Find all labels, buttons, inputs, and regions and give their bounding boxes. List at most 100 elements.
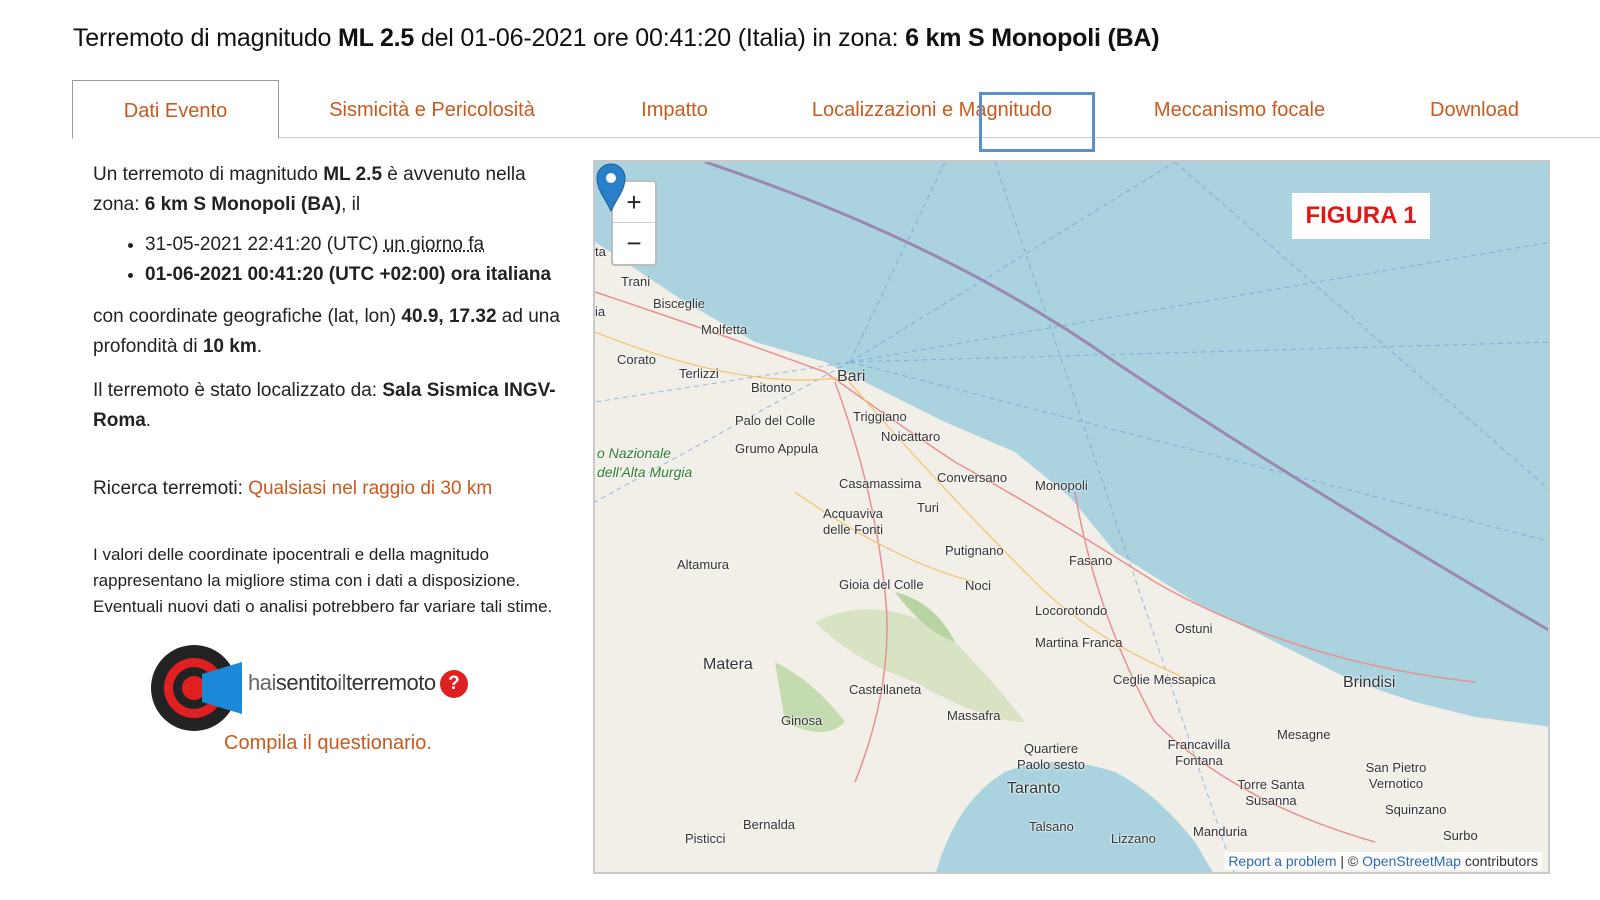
earthquake-marker-icon[interactable] — [595, 162, 627, 212]
search-row: Ricerca terremoti: Qualsiasi nel raggio … — [93, 474, 563, 504]
event-coords: con coordinate geografiche (lat, lon) 40… — [93, 302, 563, 362]
local-time-text: 01-06-2021 00:41:20 (UTC +02:00) ora ita… — [145, 264, 552, 285]
city-label: ta — [595, 244, 606, 259]
city-label: Casamassima — [839, 476, 922, 491]
city-label: Altamura — [677, 557, 730, 572]
event-details: Un terremoto di magnitudo ML 2.5 è avven… — [93, 160, 563, 620]
city-label: Grumo Appula — [735, 441, 819, 456]
city-label: Noicattaro — [881, 429, 941, 444]
osm-link[interactable]: OpenStreetMap — [1362, 853, 1461, 869]
tab-download[interactable]: Download — [1412, 80, 1537, 137]
city-label: Bernalda — [743, 817, 796, 832]
city-label: Bitonto — [751, 380, 792, 395]
search-radius-link[interactable]: Qualsiasi nel raggio di 30 km — [248, 478, 492, 499]
city-label: Palo del Colle — [735, 413, 816, 428]
event-intro: Un terremoto di magnitudo ML 2.5 è avven… — [93, 160, 563, 220]
title-magnitude: ML 2.5 — [337, 24, 415, 52]
city-label: Turi — [917, 500, 939, 515]
city-label: Manduria — [1193, 824, 1248, 839]
event-zone: 6 km S Monopoli (BA) — [144, 194, 342, 215]
city-label: Terlizzi — [679, 366, 719, 381]
city-label: Pisticci — [685, 831, 726, 846]
city-label: Martina Franca — [1035, 635, 1123, 650]
zoom-out-button[interactable]: − — [613, 222, 655, 263]
city-label: Putignano — [945, 543, 1004, 558]
located-by: Il terremoto è stato localizzato da: Sal… — [93, 376, 563, 436]
highlight-box — [979, 92, 1095, 152]
tab-sismicita[interactable]: Sismicità e Pericolosità — [302, 80, 562, 137]
city-label: Torre Santa Susanna — [1237, 777, 1305, 808]
tab-bar-divider — [72, 137, 1600, 138]
tab-dati-evento[interactable]: Dati Evento — [72, 80, 279, 139]
park-label: o Nazionale dell'Alta Murgia — [597, 445, 693, 480]
city-label: Surbo — [1443, 828, 1478, 843]
text: sentito — [275, 670, 338, 695]
city-label: Conversano — [937, 470, 1008, 485]
city-label: Bari — [837, 368, 866, 385]
city-label: Quartiere Paolo sesto — [1017, 741, 1085, 772]
target-logo-icon — [151, 645, 242, 731]
city-label: Mesagne — [1277, 727, 1331, 742]
utc-time-text: 31-05-2021 22:41:20 (UTC) — [145, 234, 384, 255]
title-text-mid: del 01-06-2021 ore 00:41:20 (Italia) in … — [414, 24, 906, 52]
text: Un terremoto di magnitudo — [93, 164, 324, 185]
city-label: Corato — [617, 352, 657, 367]
map-attribution: Report a problem | © OpenStreetMap contr… — [1224, 852, 1542, 870]
city-label: Castellaneta — [849, 682, 922, 697]
search-label: Ricerca terremoti: — [93, 478, 249, 499]
text: . — [145, 410, 152, 431]
city-label: San Pietro Vernotico — [1365, 760, 1427, 791]
city-label: Francavilla Fontana — [1167, 737, 1231, 768]
city-label: Molfetta — [701, 322, 748, 337]
text: , il — [341, 194, 361, 215]
city-label: Lizzano — [1111, 831, 1156, 846]
text: contributors — [1460, 853, 1538, 869]
tab-meccanismo[interactable]: Meccanismo focale — [1137, 80, 1342, 137]
title-text: Terremoto di magnitudo — [73, 24, 338, 52]
page-title: Terremoto di magnitudo ML 2.5 del 01-06-… — [73, 24, 1160, 53]
city-label: Fasano — [1069, 553, 1113, 568]
event-magnitude: ML 2.5 — [323, 164, 383, 185]
city-label: Trani — [621, 274, 651, 289]
city-label: Massafra — [947, 708, 1001, 723]
disclaimer-note: I valori delle coordinate ipocentrali e … — [93, 545, 553, 616]
coordinates: 40.9, 17.32 — [401, 306, 497, 327]
city-label: ia — [595, 304, 606, 319]
city-label: Locorotondo — [1035, 603, 1108, 618]
city-label: Bisceglie — [653, 296, 706, 311]
text: Il terremoto è stato localizzato da: — [93, 380, 383, 401]
city-label: Squinzano — [1385, 802, 1447, 817]
title-zone: 6 km S Monopoli (BA) — [905, 24, 1160, 52]
map-panel[interactable]: + − FIGURA 1 Trani Bisceglie Molfetta Co… — [593, 160, 1550, 874]
city-label: Ostuni — [1175, 621, 1213, 636]
city-label: Monopoli — [1035, 478, 1088, 493]
city-label: Ginosa — [781, 713, 823, 728]
utc-relative: un giorno fa — [383, 234, 485, 255]
haisentito-logo[interactable]: haisentitoilterremoto? — [150, 642, 500, 732]
city-label: Triggiano — [853, 409, 907, 424]
city-label: Brindisi — [1343, 674, 1396, 691]
text: con coordinate geografiche (lat, lon) — [93, 306, 402, 327]
questionnaire-link[interactable]: Compila il questionario. — [224, 732, 432, 755]
text: terremoto — [345, 670, 436, 695]
event-times: 31-05-2021 22:41:20 (UTC) un giorno fa 0… — [93, 230, 563, 290]
tab-bar: Dati Evento Sismicità e Pericolosità Imp… — [72, 80, 1600, 139]
question-icon: ? — [439, 670, 468, 699]
depth: 10 km — [202, 336, 257, 357]
city-label: Noci — [965, 578, 992, 593]
figure-label: FIGURA 1 — [1292, 193, 1430, 239]
tab-impatto[interactable]: Impatto — [592, 80, 757, 137]
city-label: Talsano — [1029, 819, 1074, 834]
haisentito-wordmark: haisentitoilterremoto? — [248, 670, 468, 699]
text: | © — [1336, 853, 1363, 869]
text: il — [337, 670, 346, 695]
city-label: Gioia del Colle — [839, 577, 924, 592]
city-label: Acquaviva delle Fonti — [823, 506, 883, 537]
report-problem-link[interactable]: Report a problem — [1228, 853, 1336, 869]
utc-time: 31-05-2021 22:41:20 (UTC) un giorno fa — [145, 230, 563, 260]
city-label: Taranto — [1007, 780, 1061, 797]
city-label: Ceglie Messapica — [1113, 672, 1216, 687]
text: hai — [248, 670, 276, 695]
text: . — [256, 336, 263, 357]
city-label: Matera — [703, 656, 753, 673]
